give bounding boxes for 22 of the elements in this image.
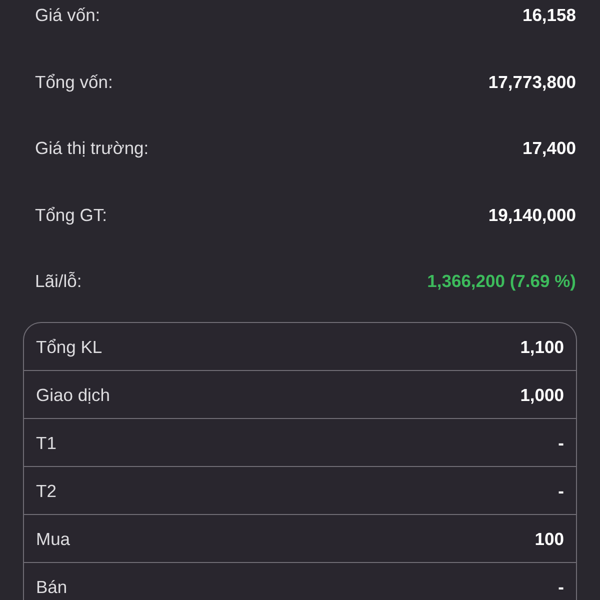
profit-value: 1,366,200 (7.69 %)	[427, 270, 576, 292]
summary-value: 17,773,800	[488, 70, 576, 92]
summary-label: Giá vốn:	[35, 4, 100, 26]
table-label: Giao dịch	[36, 384, 110, 406]
summary-value: 17,400	[522, 137, 576, 159]
table-label: T1	[36, 432, 56, 454]
table-label: Bán	[36, 576, 68, 598]
table-label: Tổng KL	[36, 336, 102, 358]
table-label: T2	[36, 480, 56, 502]
table-value: 1,100	[520, 336, 564, 358]
table-value: 100	[534, 528, 564, 550]
table-value: -	[558, 480, 564, 502]
table-value: -	[558, 576, 564, 598]
table-value: 1,000	[520, 384, 564, 406]
summary-label: Tổng GT:	[35, 204, 107, 226]
summary-label: Giá thị trường:	[35, 137, 149, 159]
summary-label: Lãi/lỗ:	[35, 270, 82, 292]
summary-value: 19,140,000	[488, 204, 576, 226]
summary-label: Tổng vốn:	[35, 70, 113, 92]
table-label: Mua	[36, 528, 70, 550]
summary-value: 16,158	[522, 4, 576, 26]
table-value: -	[558, 432, 564, 454]
